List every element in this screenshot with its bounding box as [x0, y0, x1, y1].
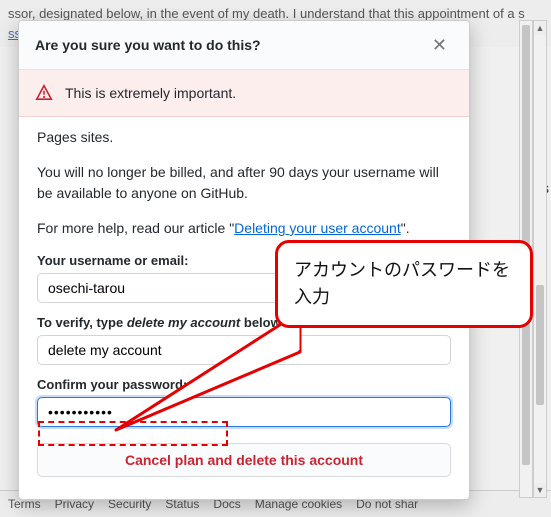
scroll-up-icon[interactable]: ▲: [534, 21, 546, 35]
body-pages-sites: Pages sites.: [37, 127, 451, 148]
cancel-plan-delete-button[interactable]: Cancel plan and delete this account: [37, 443, 451, 477]
scrollbar-outer[interactable]: ▲ ▼: [533, 20, 547, 498]
body-billing-note: You will no longer be billed, and after …: [37, 162, 451, 204]
scroll-down-icon[interactable]: ▼: [534, 483, 546, 497]
close-icon: ✕: [432, 35, 447, 55]
close-button[interactable]: ✕: [426, 35, 453, 55]
deleting-account-link[interactable]: Deleting your user account: [234, 220, 401, 236]
annotation-callout: アカウントのパスワードを入力: [275, 240, 533, 328]
modal-title: Are you sure you want to do this?: [35, 37, 261, 53]
alert-text: This is extremely important.: [65, 85, 236, 101]
modal-header: Are you sure you want to do this? ✕: [19, 21, 469, 70]
annotation-callout-tail: [110, 312, 310, 442]
body-help-line: For more help, read our article "Deletin…: [37, 218, 451, 239]
warning-triangle-icon: [35, 84, 53, 102]
scroll-thumb[interactable]: [536, 285, 544, 405]
alert-banner: This is extremely important.: [19, 70, 469, 117]
